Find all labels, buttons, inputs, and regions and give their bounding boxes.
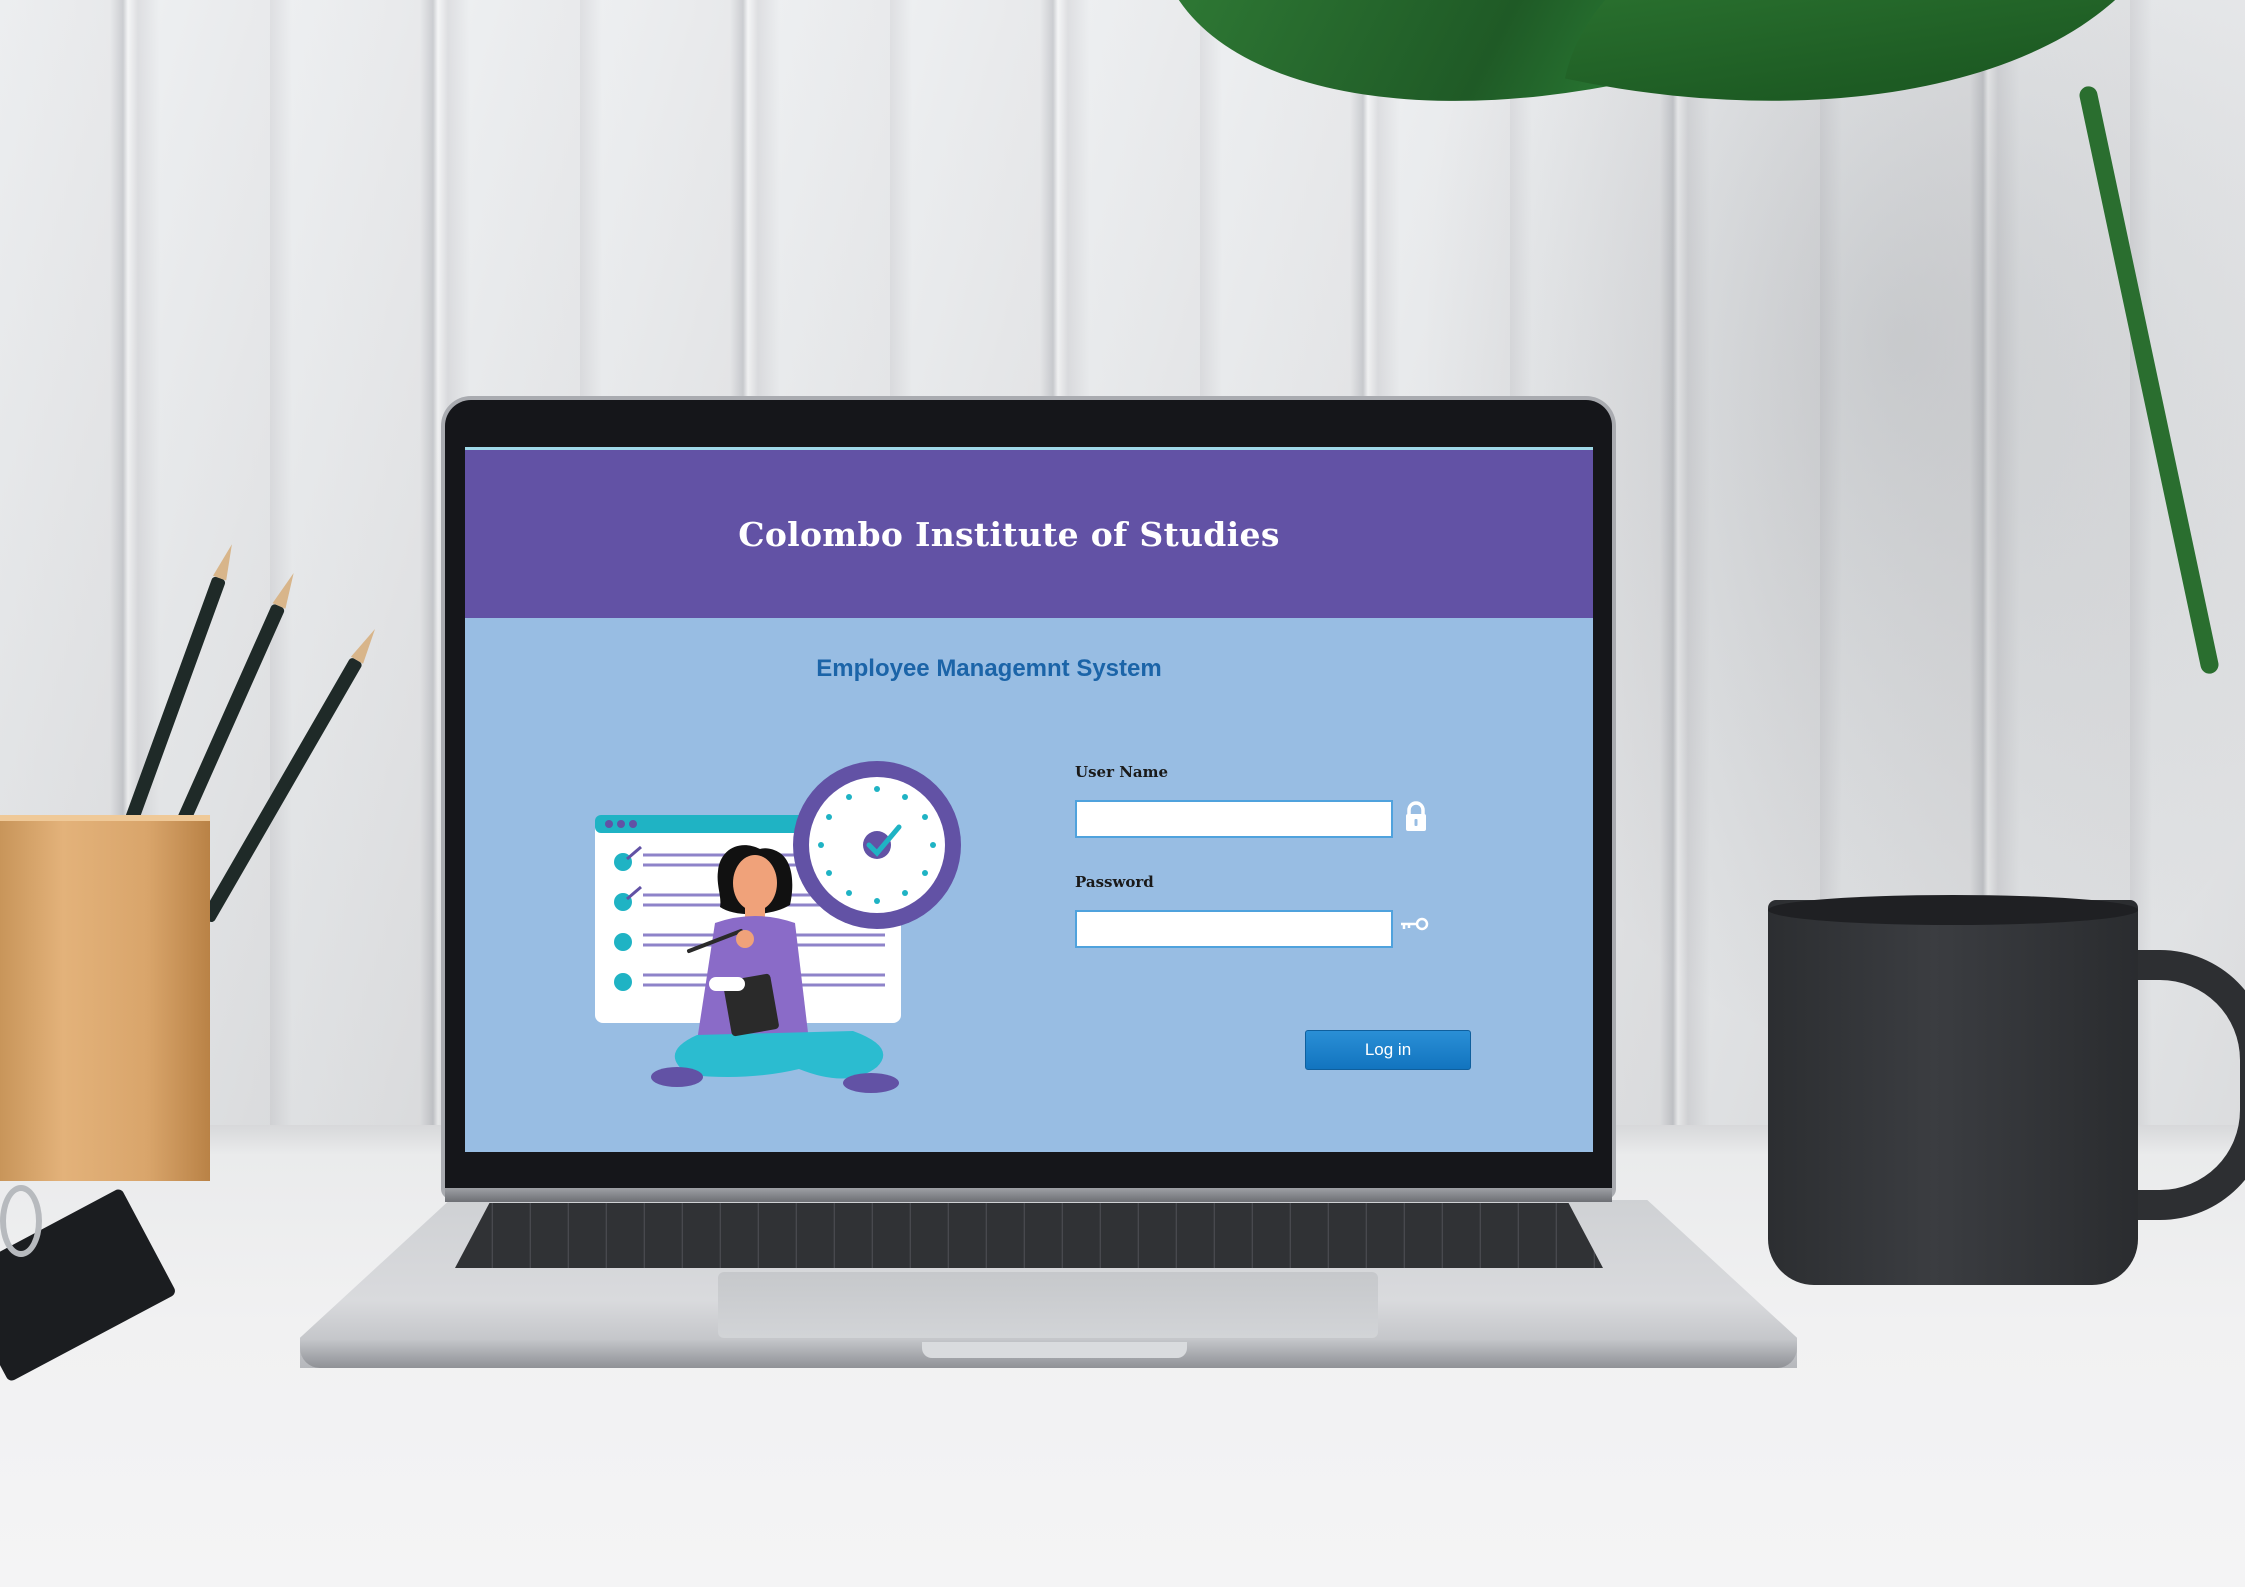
pencil-cup	[0, 815, 210, 1181]
laptop-hinge	[445, 1188, 1612, 1202]
login-button[interactable]: Log in	[1305, 1030, 1471, 1070]
laptop-trackpad	[718, 1272, 1378, 1338]
key-icon	[1401, 917, 1429, 931]
app-title: Colombo Institute of Studies	[738, 514, 1280, 554]
password-label: Password	[1075, 873, 1154, 891]
app-subtitle: Employee Managemnt System	[816, 655, 1162, 682]
lock-icon	[1406, 801, 1426, 831]
username-label: User Name	[1075, 763, 1169, 781]
app-header: Colombo Institute of Studies	[465, 450, 1593, 618]
username-input[interactable]	[1075, 800, 1393, 838]
laptop-keyboard	[455, 1203, 1603, 1268]
checklist-illustration	[595, 761, 961, 1093]
mug-rim	[1768, 895, 2138, 925]
notebook-rings	[0, 1185, 42, 1257]
coffee-mug	[1768, 900, 2138, 1285]
laptop-notch	[922, 1342, 1187, 1358]
login-screen: Colombo Institute of Studies Employee Ma…	[465, 447, 1593, 1152]
clock-graphic	[793, 761, 961, 929]
password-input[interactable]	[1075, 910, 1393, 948]
